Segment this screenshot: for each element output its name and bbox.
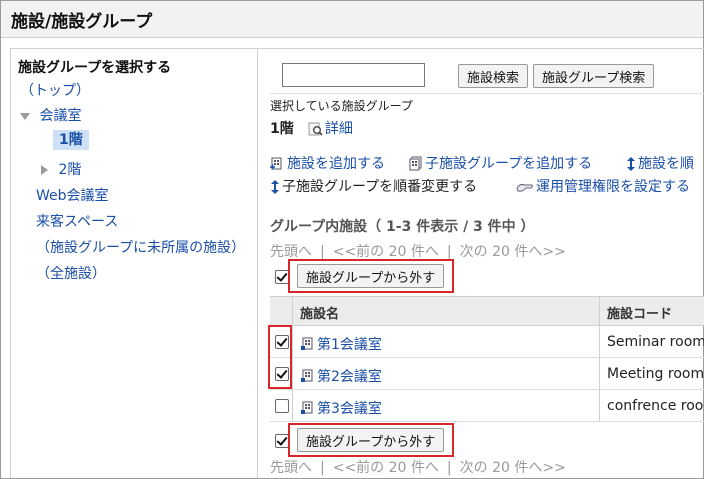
table-row: 第2会議室 Meeting room: [270, 358, 704, 390]
facility-link[interactable]: 第1会議室: [317, 337, 382, 353]
sidebar-item-1f[interactable]: 1階: [53, 129, 89, 150]
pager-prev: <<前の 20 件へ: [332, 460, 439, 476]
facility-icon: [301, 369, 313, 382]
pager-separator: |: [320, 244, 325, 260]
facility-code-cell: Meeting room: [607, 366, 704, 382]
column-divider: [292, 297, 293, 325]
sidebar-item-label[interactable]: 2階: [58, 162, 81, 178]
sidebar-item-unassigned[interactable]: （施設グループに未所属の施設）: [36, 237, 245, 257]
add-facility-icon: [270, 157, 282, 170]
reorder-facilities-link[interactable]: 施設を順: [626, 153, 694, 173]
column-divider: [599, 326, 600, 357]
sidebar-item-top[interactable]: （トップ）: [20, 80, 90, 100]
facility-code-cell: confrence roo: [607, 398, 704, 414]
add-child-group-label[interactable]: 子施設グループを追加する: [425, 156, 592, 172]
pager-bottom: 先頭へ | <<前の 20 件へ | 次の 20 件へ>>: [270, 457, 566, 477]
group-search-button[interactable]: 施設グループ検索: [533, 64, 655, 88]
column-divider: [599, 358, 600, 389]
magnifier-icon: [308, 122, 323, 136]
highlight-box: [268, 325, 292, 389]
facility-name-cell: 第1会議室: [300, 334, 382, 354]
select-all-checkbox-bottom[interactable]: [275, 434, 289, 448]
row-checkbox[interactable]: [275, 399, 289, 413]
pager-next: 次の 20 件へ>>: [459, 244, 566, 260]
select-all-checkbox-top[interactable]: [275, 270, 289, 284]
facility-link[interactable]: 第3会議室: [317, 401, 382, 417]
sidebar-heading: 施設グループを選択する: [18, 60, 172, 76]
column-divider: [292, 390, 293, 421]
sidebar-item-guest-space[interactable]: 来客スペース: [36, 211, 118, 231]
facility-code-cell: Seminar room: [607, 334, 704, 350]
sidebar-item-all-facilities[interactable]: （全施設）: [36, 263, 106, 283]
sidebar-item-web-meeting[interactable]: Web会議室: [36, 185, 109, 205]
detail-link-label[interactable]: 詳細: [325, 121, 353, 137]
up-down-arrow-icon: [627, 157, 635, 171]
main-panel: 施設検索 施設グループ検索 選択している施設グループ 1階 詳細 施設を追加する…: [258, 48, 704, 478]
pager-separator: |: [446, 460, 452, 476]
pager-first: 先頭へ: [270, 460, 312, 476]
collapsed-arrow-icon[interactable]: [41, 165, 48, 175]
pager-separator: |: [446, 244, 452, 260]
column-divider: [292, 326, 293, 357]
facility-link[interactable]: 第2会議室: [317, 369, 382, 385]
pager-separator: |: [320, 460, 325, 476]
sidebar-item-label[interactable]: 会議室: [39, 108, 81, 124]
selected-group-label[interactable]: 1階: [53, 130, 89, 150]
pager-next: 次の 20 件へ>>: [459, 460, 566, 476]
pager-prev: <<前の 20 件へ: [332, 244, 439, 260]
column-divider: [292, 358, 293, 389]
reorder-facilities-label[interactable]: 施設を順: [638, 156, 694, 172]
table-row: 第1会議室 Seminar room: [270, 326, 704, 358]
facility-name-cell: 第2会議室: [300, 366, 382, 386]
add-group-icon: [409, 156, 422, 171]
set-admin-rights-label[interactable]: 運用管理権限を設定する: [536, 179, 690, 195]
set-admin-rights-link[interactable]: 運用管理権限を設定する: [516, 176, 690, 196]
table-row: 第3会議室 confrence roo: [270, 390, 704, 422]
current-group-name: 1階: [270, 121, 294, 137]
detail-link[interactable]: 詳細: [308, 118, 353, 138]
column-divider: [599, 297, 600, 325]
facility-icon: [301, 337, 313, 350]
pager-first: 先頭へ: [270, 244, 312, 260]
remove-from-group-button-top[interactable]: 施設グループから外す: [297, 264, 445, 288]
divider: [270, 93, 704, 94]
current-group-row: 1階 詳細: [270, 118, 353, 138]
facility-name-cell: 第3会議室: [300, 398, 382, 418]
facility-icon: [301, 401, 313, 414]
column-header-name[interactable]: 施設名: [300, 303, 339, 322]
sidebar-item-meeting-rooms[interactable]: 会議室: [20, 105, 81, 125]
add-facility-link[interactable]: 施設を追加する: [270, 153, 385, 173]
remove-from-group-button-bottom[interactable]: 施設グループから外す: [297, 428, 445, 452]
reorder-child-groups-link[interactable]: 子施設グループを順番変更する: [270, 176, 477, 196]
reorder-child-groups-label[interactable]: 子施設グループを順番変更する: [282, 179, 477, 195]
title-bar: 施設/施設グループ: [1, 1, 703, 38]
current-group-caption: 選択している施設グループ: [270, 99, 413, 113]
add-facility-label[interactable]: 施設を追加する: [287, 156, 385, 172]
list-title: グループ内施設（ 1-3 件表示 / 3 件中 ）: [270, 219, 535, 235]
column-divider: [599, 390, 600, 421]
search-area: 施設検索 施設グループ検索: [258, 49, 704, 93]
sidebar: 施設グループを選択する （トップ） 会議室 1階 2階 Web会議室 来客スペー…: [10, 48, 258, 478]
page-title: 施設/施設グループ: [11, 12, 153, 32]
pager-top: 先頭へ | <<前の 20 件へ | 次の 20 件へ>>: [270, 241, 566, 261]
up-down-arrow-icon: [271, 180, 279, 194]
expanded-arrow-icon[interactable]: [20, 112, 30, 120]
column-header-code[interactable]: 施設コード: [607, 303, 672, 322]
facility-search-button[interactable]: 施設検索: [458, 64, 529, 88]
table-header: 施設名 施設コード: [270, 296, 704, 326]
add-child-group-link[interactable]: 子施設グループを追加する: [408, 153, 592, 173]
search-input[interactable]: [282, 63, 425, 87]
sidebar-item-2f[interactable]: 2階: [41, 159, 81, 179]
hand-key-icon: [516, 183, 533, 192]
